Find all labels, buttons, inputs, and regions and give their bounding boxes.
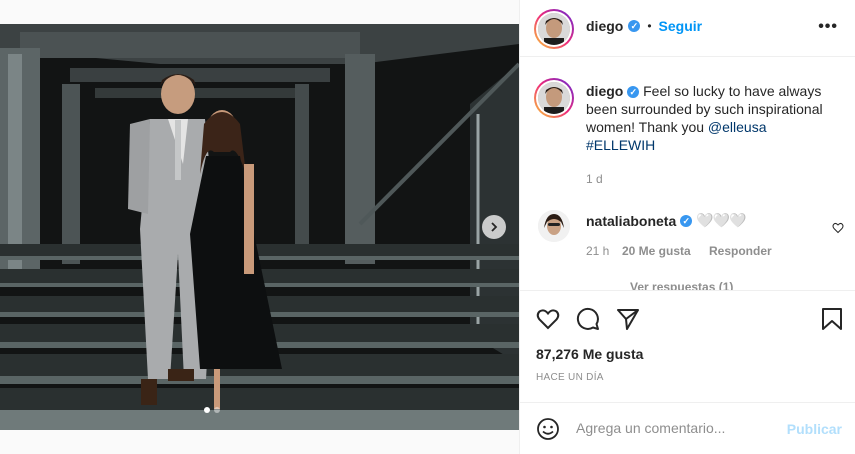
- comment-time[interactable]: 21 h: [586, 244, 609, 258]
- post-caption: diego ✓ Feel so lucky to have always bee…: [586, 82, 842, 154]
- chevron-right-icon: [491, 222, 498, 232]
- post-photo[interactable]: [0, 24, 519, 430]
- caption-mention-link[interactable]: @elleusa: [708, 119, 767, 135]
- follow-button[interactable]: Seguir: [659, 18, 703, 34]
- comment-likes[interactable]: 20 Me gusta: [622, 244, 691, 258]
- post-media-area: [0, 0, 519, 454]
- reply-button[interactable]: Responder: [709, 244, 772, 258]
- view-replies-link[interactable]: Ver respuestas (1): [630, 280, 733, 290]
- comments-area: diego ✓ Feel so lucky to have always bee…: [520, 58, 855, 290]
- carousel-next-button[interactable]: [482, 215, 506, 239]
- post-side-panel: diego ✓ • Seguir ••• diego ✓ Feel so luc…: [519, 0, 855, 454]
- add-comment-bar: Publicar: [520, 402, 855, 454]
- comment-input[interactable]: [576, 420, 776, 436]
- carousel-dot: [214, 407, 220, 413]
- heart-icon[interactable]: [536, 307, 560, 331]
- comment-text: 🤍🤍🤍: [696, 212, 746, 228]
- caption-avatar[interactable]: [538, 82, 570, 114]
- carousel-dot-active: [204, 407, 210, 413]
- comment-icon[interactable]: [576, 307, 600, 331]
- verified-icon: ✓: [680, 214, 693, 227]
- photo-scene: [0, 24, 519, 430]
- likes-count[interactable]: 87,276 Me gusta: [536, 346, 643, 362]
- publish-button[interactable]: Publicar: [787, 421, 842, 437]
- bookmark-icon[interactable]: [820, 307, 844, 331]
- avatar-portrait: [538, 210, 570, 242]
- caption-hashtag-link[interactable]: #ELLEWIH: [586, 137, 655, 153]
- carousel-indicator: [204, 407, 220, 413]
- post-header: diego ✓ • Seguir •••: [520, 0, 855, 57]
- avatar-portrait: [538, 13, 570, 45]
- comment-username[interactable]: nataliaboneta: [586, 213, 676, 229]
- comment-avatar[interactable]: [538, 210, 570, 242]
- more-icon[interactable]: •••: [818, 18, 838, 36]
- post-time[interactable]: HACE UN DÍA: [536, 372, 604, 383]
- share-icon[interactable]: [616, 307, 640, 331]
- smiley-icon[interactable]: [536, 417, 560, 441]
- caption-time[interactable]: 1 d: [586, 172, 603, 186]
- post-actions: [520, 290, 855, 346]
- comment-heart-icon[interactable]: [832, 222, 844, 234]
- avatar[interactable]: [538, 13, 570, 45]
- avatar-portrait: [538, 82, 570, 114]
- caption-username[interactable]: diego: [586, 83, 623, 99]
- verified-icon: ✓: [627, 86, 640, 99]
- verified-icon: ✓: [628, 20, 641, 32]
- separator-dot: •: [647, 19, 652, 33]
- header-username[interactable]: diego: [586, 18, 623, 34]
